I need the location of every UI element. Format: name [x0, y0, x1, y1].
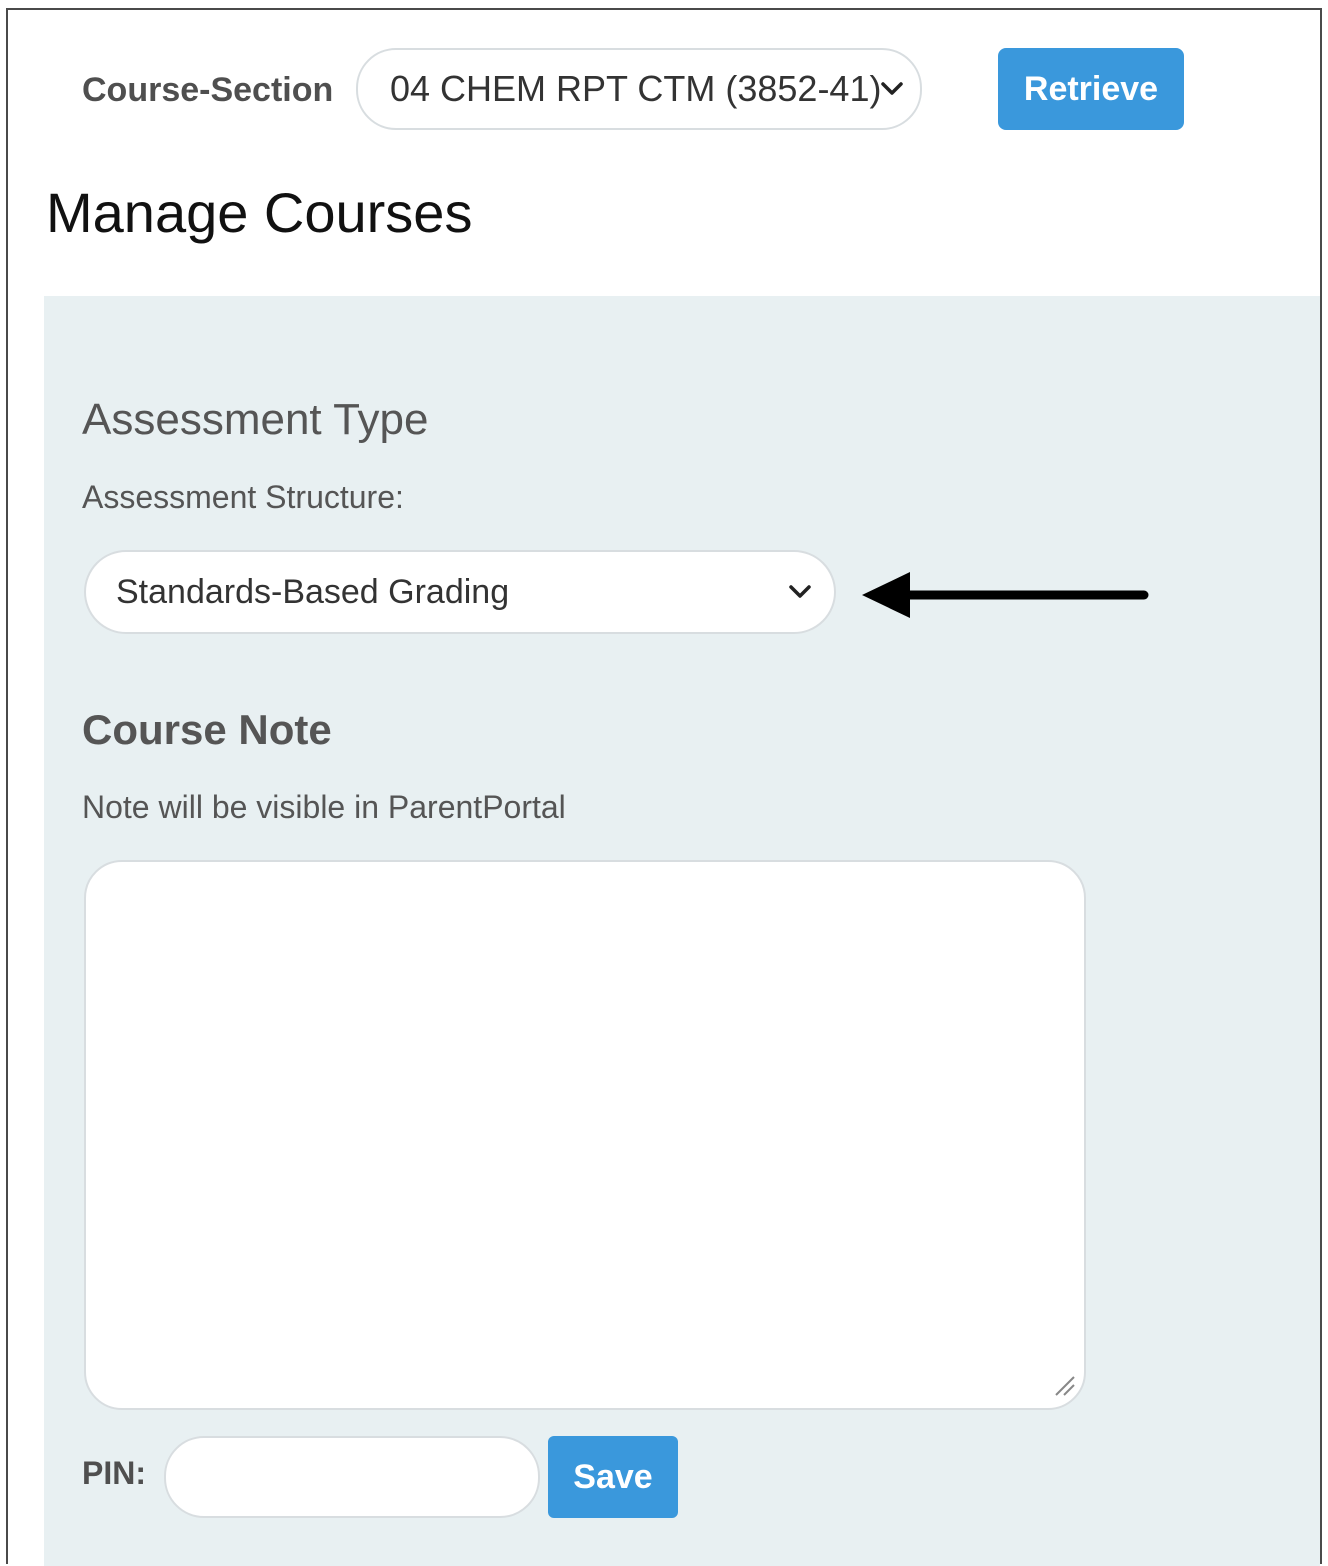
assessment-type-heading: Assessment Type	[82, 395, 429, 444]
assessment-structure-value: Standards-Based Grading	[116, 572, 510, 611]
retrieve-button[interactable]: Retrieve	[998, 48, 1184, 130]
resize-handle-icon[interactable]	[1052, 1373, 1076, 1402]
assessment-structure-label: Assessment Structure:	[82, 479, 404, 515]
assessment-structure-select[interactable]: Standards-Based Grading	[84, 550, 836, 634]
course-section-select[interactable]: 04 CHEM RPT CTM (3852-41)	[356, 48, 922, 130]
pin-label: PIN:	[82, 1455, 146, 1491]
page-title: Manage Courses	[46, 181, 473, 244]
chevron-down-icon	[881, 75, 904, 103]
course-note-heading: Course Note	[82, 706, 332, 753]
save-button[interactable]: Save	[548, 1436, 678, 1518]
course-section-label: Course-Section	[82, 71, 334, 109]
pin-input[interactable]	[164, 1436, 540, 1518]
arrow-left-icon	[860, 570, 1152, 625]
course-note-textarea[interactable]	[84, 860, 1086, 1410]
course-note-hint: Note will be visible in ParentPortal	[82, 789, 566, 825]
chevron-down-icon	[786, 578, 814, 606]
course-section-value: 04 CHEM RPT CTM (3852-41)	[390, 68, 882, 109]
